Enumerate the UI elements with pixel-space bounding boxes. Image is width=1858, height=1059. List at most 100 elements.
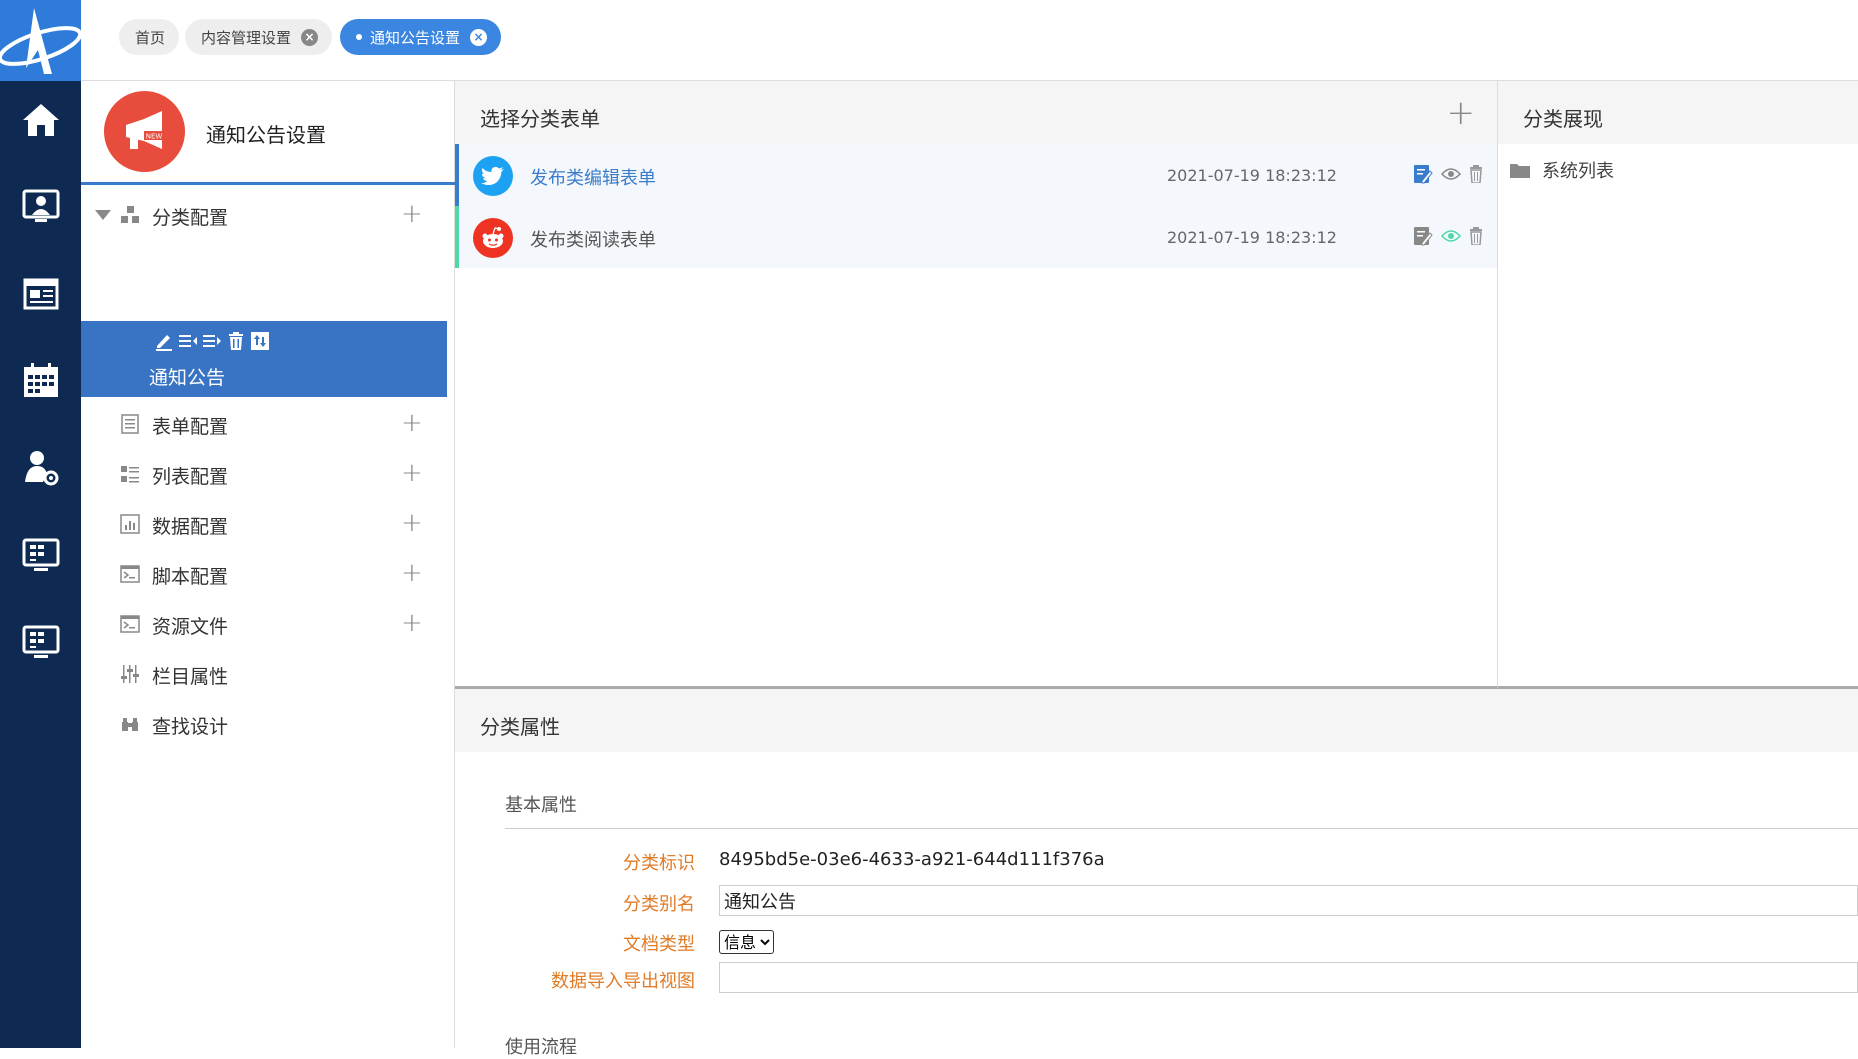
section-divider (505, 828, 1858, 829)
alias-label: 分类别名 (623, 894, 695, 915)
edit-icon[interactable] (1413, 226, 1433, 246)
tab-label: 通知公告设置 (370, 28, 461, 47)
close-icon[interactable]: × (470, 28, 488, 46)
add-icon[interactable]: + (401, 508, 423, 538)
add-icon[interactable]: + (401, 558, 423, 588)
trash-icon[interactable] (1469, 165, 1483, 183)
form-list-header: 选择分类表单 + (455, 81, 1497, 144)
home-icon[interactable] (0, 85, 81, 155)
id-label: 分类标识 (623, 853, 695, 874)
view-input[interactable] (719, 962, 1858, 993)
monitor-grid-icon[interactable] (0, 520, 81, 590)
doctype-select[interactable]: 信息 (719, 930, 774, 954)
twitter-icon (473, 156, 513, 196)
list-icon (121, 466, 139, 483)
panel-title: 分类展现 (1523, 107, 1603, 131)
app-logo[interactable] (0, 0, 81, 81)
next-section-title: 使用流程 (505, 1037, 577, 1058)
add-icon[interactable]: + (401, 408, 423, 438)
node-toolbar (154, 331, 270, 351)
eye-icon[interactable] (1441, 229, 1461, 243)
nav-item-data-config[interactable]: 数据配置 + (81, 499, 455, 549)
form-list-panel: 选择分类表单 + 发布类编辑表单 2021-07-19 18:23:12 发布类… (455, 81, 1497, 689)
edit-icon[interactable] (154, 331, 174, 351)
sort-icon[interactable] (250, 331, 270, 351)
terminal-icon (120, 565, 140, 583)
terminal-icon (120, 615, 140, 633)
row-actions (1413, 164, 1483, 184)
category-properties: 分类属性 基本属性 分类标识 8495bd5e-03e6-4633-a921-6… (455, 689, 1858, 1058)
panel-title: 选择分类表单 (480, 107, 600, 131)
chart-icon (120, 514, 140, 534)
section-title: 基本属性 (505, 795, 577, 816)
form-name[interactable]: 发布类阅读表单 (530, 226, 656, 252)
form-name[interactable]: 发布类编辑表单 (530, 164, 656, 190)
nav-item-resource-files[interactable]: 资源文件 + (81, 599, 455, 649)
display-item-label: 系统列表 (1542, 161, 1614, 182)
tab-bar: 首页 内容管理设置 × 通知公告设置 × (81, 0, 1858, 81)
user-settings-icon[interactable] (0, 433, 81, 503)
trash-icon[interactable] (1469, 227, 1483, 245)
category-node-label: 通知公告 (149, 367, 226, 389)
nav-item-form-config[interactable]: 表单配置 + (81, 399, 455, 449)
properties-header: 分类属性 (455, 689, 1858, 752)
indent-icon[interactable] (178, 331, 198, 351)
alias-input[interactable] (719, 885, 1858, 916)
form-time: 2021-07-19 18:23:12 (1167, 228, 1337, 247)
nav-item-label: 栏目属性 (152, 666, 229, 688)
display-item[interactable]: 系统列表 (1510, 157, 1614, 183)
edit-icon[interactable] (1413, 164, 1433, 184)
nav-item-list-config[interactable]: 列表配置 + (81, 449, 455, 499)
close-icon[interactable]: × (301, 28, 319, 46)
eye-icon[interactable] (1441, 167, 1461, 181)
form-icon (121, 414, 139, 434)
nav-header: NEW 通知公告设置 (81, 81, 455, 185)
panel-title: 分类属性 (480, 715, 560, 739)
trash-icon[interactable] (226, 331, 246, 351)
nav-title: 通知公告设置 (206, 123, 326, 147)
news-icon[interactable] (0, 259, 81, 329)
user-monitor-icon[interactable] (0, 172, 81, 242)
icon-rail (0, 0, 81, 1048)
monitor-grid-icon-2[interactable] (0, 607, 81, 677)
row-accent-bar (455, 206, 459, 268)
nav-item-category-config[interactable]: 分类配置 + (81, 190, 455, 240)
nav-item-search-design[interactable]: 查找设计 (81, 699, 455, 749)
form-row[interactable]: 发布类编辑表单 2021-07-19 18:23:12 (455, 144, 1497, 206)
tab-content-settings[interactable]: 内容管理设置 × (185, 19, 333, 55)
active-dot (356, 34, 362, 40)
nav-item-label: 数据配置 (152, 516, 229, 538)
add-form-button[interactable]: + (1447, 93, 1476, 133)
add-icon[interactable]: + (401, 608, 423, 638)
form-time: 2021-07-19 18:23:12 (1167, 166, 1337, 185)
folder-icon (1510, 164, 1530, 178)
megaphone-icon: NEW (104, 91, 185, 172)
add-icon[interactable]: + (401, 458, 423, 488)
tab-label: 首页 (135, 28, 166, 47)
nav-item-column-props[interactable]: 栏目属性 (81, 649, 455, 699)
nav-item-label: 分类配置 (152, 207, 229, 229)
category-icon (121, 206, 139, 223)
category-node-selected[interactable]: 通知公告 (81, 321, 447, 397)
nav-item-label: 列表配置 (152, 466, 229, 488)
form-row[interactable]: 发布类阅读表单 2021-07-19 18:23:12 (455, 206, 1497, 268)
nav-item-label: 表单配置 (152, 416, 229, 438)
tab-label: 内容管理设置 (201, 28, 292, 47)
nav-item-script-config[interactable]: 脚本配置 + (81, 549, 455, 599)
display-panel: 分类展现 系统列表 (1497, 81, 1858, 689)
outdent-icon[interactable] (202, 331, 222, 351)
tab-notice-settings[interactable]: 通知公告设置 × (340, 19, 502, 55)
reddit-icon (473, 218, 513, 258)
id-value: 8495bd5e-03e6-4633-a921-644d111f376a (719, 849, 1105, 870)
nav-item-label: 脚本配置 (152, 566, 229, 588)
tab-home[interactable]: 首页 (119, 19, 180, 55)
avatar-badge: NEW (146, 133, 163, 141)
caret-down-icon[interactable] (95, 210, 111, 220)
sliders-icon (121, 665, 139, 683)
add-icon[interactable]: + (401, 199, 423, 229)
view-label: 数据导入导出视图 (551, 971, 695, 992)
binoculars-icon (122, 718, 138, 731)
doctype-label: 文档类型 (623, 934, 695, 955)
calendar-icon[interactable] (0, 346, 81, 416)
nav-item-label: 资源文件 (152, 616, 229, 638)
